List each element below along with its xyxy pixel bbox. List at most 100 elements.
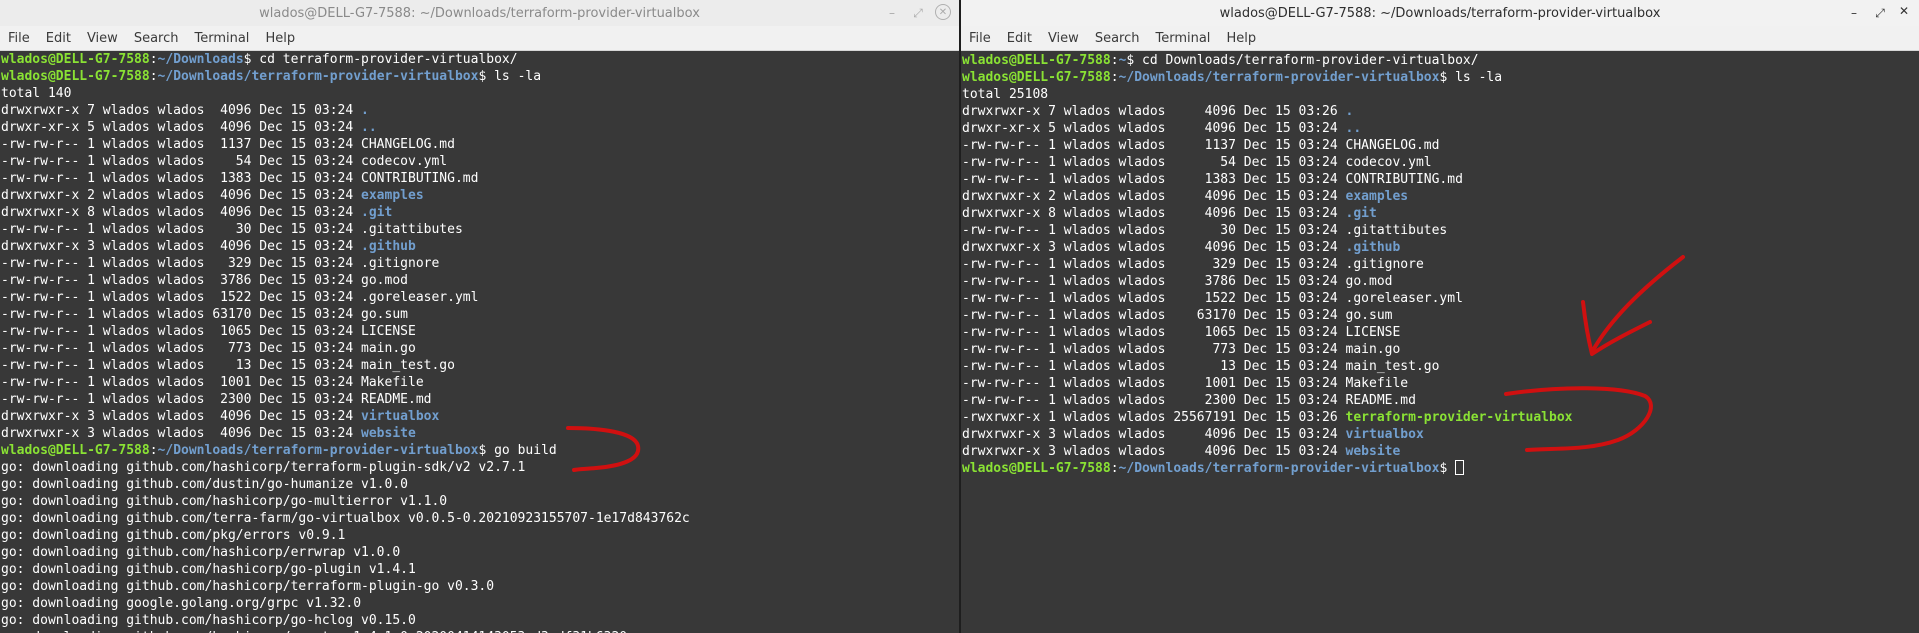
file-name: . [361,103,369,118]
output-line: -rw-rw-r-- 1 wlados wlados 3786 Dec 15 0… [962,273,1919,290]
output-text: go: downloading github.com/hashicorp/go-… [1,494,448,509]
menu-bar: File Edit View Search Terminal Help [0,26,959,51]
output-text: drwxrwxr-x 8 wlados wlados 4096 Dec 15 0… [1,205,362,220]
menu-view[interactable]: View [87,31,118,46]
file-name: codecov.yml [361,154,448,169]
output-line: drwxrwxr-x 3 wlados wlados 4096 Dec 15 0… [962,239,1919,256]
output-text: drwxrwxr-x 3 wlados wlados 4096 Dec 15 0… [962,444,1346,459]
menu-file[interactable]: File [969,31,991,46]
output-text: -rw-rw-r-- 1 wlados wlados 13 Dec 15 03:… [962,359,1346,374]
prompt-line: wlados@DELL-G7-7588:~$ cd Downloads/terr… [962,53,1479,68]
window-titlebar[interactable]: wlados@DELL-G7-7588: ~/Downloads/terrafo… [0,0,959,26]
output-line: -rw-rw-r-- 1 wlados wlados 63170 Dec 15 … [1,306,959,323]
minimize-icon[interactable]: – [883,4,901,22]
menu-terminal[interactable]: Terminal [1155,31,1210,46]
prompt-user: wlados@DELL-G7-7588 [1,69,150,84]
output-line: go: downloading github.com/hashicorp/go-… [1,629,959,633]
file-name: website [361,426,416,441]
file-name: .gitignore [1345,257,1424,272]
output-line: drwxr-xr-x 5 wlados wlados 4096 Dec 15 0… [962,120,1919,137]
file-name: main.go [1345,342,1401,357]
output-line: -rw-rw-r-- 1 wlados wlados 2300 Dec 15 0… [1,391,959,408]
output-line: -rw-rw-r-- 1 wlados wlados 1065 Dec 15 0… [1,323,959,340]
menu-search[interactable]: Search [1095,31,1140,46]
file-name: .git [361,205,393,220]
output-text: go: downloading github.com/hashicorp/go-… [1,613,416,628]
output-text: -rw-rw-r-- 1 wlados wlados 1137 Dec 15 0… [962,138,1346,153]
file-name: website [1345,444,1401,459]
file-name: README.md [361,392,432,407]
file-name: .goreleaser.yml [1345,291,1463,306]
file-name: main.go [361,341,416,356]
output-text: -rw-rw-r-- 1 wlados wlados 773 Dec 15 03… [1,341,362,356]
menu-view[interactable]: View [1048,31,1079,46]
output-line: -rw-rw-r-- 1 wlados wlados 30 Dec 15 03:… [1,221,959,238]
maximize-icon[interactable]: ⤢ [1871,4,1889,22]
menu-edit[interactable]: Edit [46,31,71,46]
prompt-user: wlados@DELL-G7-7588 [962,53,1111,68]
file-name: go.mod [1345,274,1393,289]
output-text: drwxrwxr-x 3 wlados wlados 4096 Dec 15 0… [962,427,1346,442]
file-name: .goreleaser.yml [361,290,479,305]
close-icon[interactable]: ✕ [1897,4,1911,18]
prompt-path: ~ [1118,53,1127,68]
output-line: drwxrwxr-x 7 wlados wlados 4096 Dec 15 0… [1,102,959,119]
close-icon[interactable]: ✕ [935,4,951,20]
menu-file[interactable]: File [8,31,30,46]
output-line: -rw-rw-r-- 1 wlados wlados 2300 Dec 15 0… [962,392,1919,409]
output-text: -rw-rw-r-- 1 wlados wlados 63170 Dec 15 … [962,308,1346,323]
file-name: main_test.go [361,358,455,373]
output-text: drwxrwxr-x 3 wlados wlados 4096 Dec 15 0… [1,409,362,424]
file-name: CONTRIBUTING.md [1345,172,1463,187]
prompt-line: wlados@DELL-G7-7588:~/Downloads/terrafor… [1,443,557,458]
output-line: go: downloading github.com/terra-farm/go… [1,510,959,527]
output-text: -rw-rw-r-- 1 wlados wlados 1001 Dec 15 0… [1,375,362,390]
output-text: go: downloading github.com/terra-farm/go… [1,511,690,526]
menu-bar: File Edit View Search Terminal Help [961,26,1919,51]
menu-edit[interactable]: Edit [1007,31,1032,46]
menu-help[interactable]: Help [1226,31,1256,46]
terminal-output[interactable]: wlados@DELL-G7-7588:~$ cd Downloads/terr… [961,52,1919,633]
menu-help[interactable]: Help [265,31,295,46]
output-line: -rw-rw-r-- 1 wlados wlados 329 Dec 15 03… [962,256,1919,273]
output-text: go: downloading github.com/hashicorp/ter… [1,579,495,594]
terminal-output[interactable]: wlados@DELL-G7-7588:~/Downloads$ cd terr… [0,51,959,633]
terminal-cursor [1455,460,1465,475]
output-line: -rw-rw-r-- 1 wlados wlados 1522 Dec 15 0… [962,290,1919,307]
maximize-icon[interactable]: ⤢ [909,4,927,22]
file-name: go.sum [361,307,408,322]
output-line: total 25108 [962,86,1919,103]
output-line: -rw-rw-r-- 1 wlados wlados 30 Dec 15 03:… [962,222,1919,239]
output-text: drwxrwxr-x 2 wlados wlados 4096 Dec 15 0… [1,188,362,203]
menu-terminal[interactable]: Terminal [194,31,249,46]
output-text: drwxr-xr-x 5 wlados wlados 4096 Dec 15 0… [962,121,1346,136]
terminal-window-right[interactable]: wlados@DELL-G7-7588: ~/Downloads/terrafo… [961,0,1919,633]
output-line: -rw-rw-r-- 1 wlados wlados 1065 Dec 15 0… [962,324,1919,341]
output-text: -rwxrwxr-x 1 wlados wlados 25567191 Dec … [962,410,1346,425]
menu-search[interactable]: Search [134,31,179,46]
output-text: -rw-rw-r-- 1 wlados wlados 329 Dec 15 03… [962,257,1346,272]
file-name: .. [1345,121,1362,136]
output-text: -rw-rw-r-- 1 wlados wlados 2300 Dec 15 0… [1,392,362,407]
output-line: drwxrwxr-x 7 wlados wlados 4096 Dec 15 0… [962,103,1919,120]
command-text: go build [494,443,557,458]
output-line: -rw-rw-r-- 1 wlados wlados 773 Dec 15 03… [962,341,1919,358]
output-line: -rw-rw-r-- 1 wlados wlados 54 Dec 15 03:… [1,153,959,170]
output-text: drwxrwxr-x 7 wlados wlados 4096 Dec 15 0… [962,104,1346,119]
file-name: virtualbox [1345,427,1424,442]
output-line: total 140 [1,85,959,102]
output-text: total 25108 [962,87,1049,102]
output-line: drwxrwxr-x 3 wlados wlados 4096 Dec 15 0… [1,238,959,255]
file-name: examples [361,188,424,203]
output-text: -rw-rw-r-- 1 wlados wlados 329 Dec 15 03… [1,256,362,271]
terminal-window-left[interactable]: wlados@DELL-G7-7588: ~/Downloads/terrafo… [0,0,959,633]
output-line: go: downloading github.com/dustin/go-hum… [1,476,959,493]
window-titlebar[interactable]: wlados@DELL-G7-7588: ~/Downloads/terrafo… [961,0,1919,26]
output-text: drwxrwxr-x 3 wlados wlados 4096 Dec 15 0… [1,426,362,441]
minimize-icon[interactable]: – [1845,4,1863,22]
output-text: -rw-rw-r-- 1 wlados wlados 3786 Dec 15 0… [1,273,362,288]
file-name: LICENSE [361,324,416,339]
output-text: -rw-rw-r-- 1 wlados wlados 30 Dec 15 03:… [962,223,1346,238]
output-text: -rw-rw-r-- 1 wlados wlados 13 Dec 15 03:… [1,358,362,373]
prompt-path: ~/Downloads/terraform-provider-virtualbo… [157,69,479,84]
